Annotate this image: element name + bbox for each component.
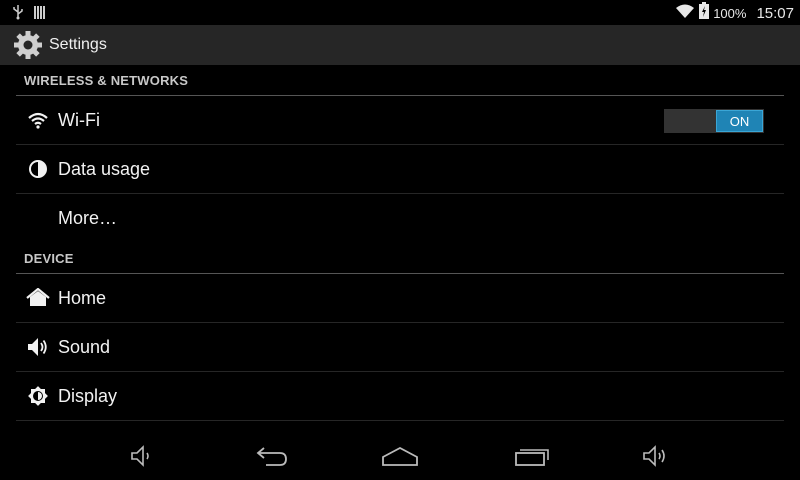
settings-item-more[interactable]: More… xyxy=(16,194,784,243)
wifi-icon xyxy=(24,111,52,129)
settings-item-label: Display xyxy=(58,385,118,406)
clock: 15:07 xyxy=(756,4,794,22)
settings-item-label: Sound xyxy=(58,336,111,357)
settings-item-sound[interactable]: Sound xyxy=(16,323,784,372)
status-bar: 100% 15:07 xyxy=(0,0,800,25)
wifi-toggle[interactable]: ON xyxy=(664,109,764,133)
battery-charging-icon xyxy=(699,2,710,24)
sd-card-icon xyxy=(34,5,46,24)
settings-item-label: Data usage xyxy=(58,158,151,179)
home-button-icon[interactable] xyxy=(376,440,424,472)
navigation-bar xyxy=(0,432,800,480)
wifi-toggle-thumb[interactable]: ON xyxy=(716,110,763,132)
settings-item-wifi[interactable]: Wi-Fi ON xyxy=(16,96,784,145)
settings-item-home[interactable]: Home xyxy=(16,274,784,323)
action-bar: Settings xyxy=(0,25,800,65)
back-icon[interactable] xyxy=(248,440,296,472)
settings-gear-icon[interactable] xyxy=(13,30,43,60)
speaker-icon xyxy=(24,336,52,358)
usb-icon xyxy=(12,4,24,25)
brightness-icon xyxy=(24,385,52,407)
wifi-signal-icon xyxy=(675,3,695,24)
data-usage-icon xyxy=(24,159,52,179)
settings-item-label: More… xyxy=(58,208,118,228)
home-icon xyxy=(24,288,52,308)
volume-up-icon[interactable] xyxy=(632,440,680,472)
section-header-wireless: WIRELESS & NETWORKS xyxy=(16,65,784,96)
page-title: Settings xyxy=(49,36,107,53)
settings-list: WIRELESS & NETWORKS Wi-Fi ON Data usage … xyxy=(16,65,784,421)
settings-item-label: Wi-Fi xyxy=(58,109,100,130)
battery-percent: 100% xyxy=(713,5,747,21)
settings-item-display[interactable]: Display xyxy=(16,372,784,421)
settings-item-label: Home xyxy=(58,287,107,308)
section-header-device: DEVICE xyxy=(16,243,784,274)
recent-apps-icon[interactable] xyxy=(506,440,554,472)
volume-down-icon[interactable] xyxy=(118,440,166,472)
settings-item-data-usage[interactable]: Data usage xyxy=(16,145,784,194)
